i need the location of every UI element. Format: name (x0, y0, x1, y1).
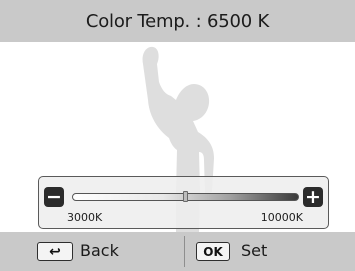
set-label: Set (241, 241, 268, 260)
camera-screen: Color Temp. : 6500 K − + 3000K 10000K ↩ … (0, 0, 355, 271)
ok-key-label: OK (203, 244, 223, 259)
increase-button[interactable]: + (303, 187, 323, 207)
return-arrow-icon: ↩ (49, 243, 61, 260)
bottom-bar-divider (184, 236, 185, 267)
slider-thumb[interactable] (183, 191, 188, 202)
back-label: Back (80, 241, 119, 260)
minus-icon: − (46, 186, 62, 208)
back-button[interactable]: ↩ (37, 242, 73, 261)
plus-icon: + (305, 186, 321, 208)
color-temp-slider-panel: − + 3000K 10000K (38, 176, 329, 229)
decrease-button[interactable]: − (44, 187, 64, 207)
title-bar: Color Temp. : 6500 K (0, 0, 355, 42)
ok-button[interactable]: OK (196, 242, 230, 261)
page-title: Color Temp. : 6500 K (85, 10, 270, 32)
slider-max-label: 10000K (260, 211, 303, 224)
slider-min-label: 3000K (67, 211, 103, 224)
